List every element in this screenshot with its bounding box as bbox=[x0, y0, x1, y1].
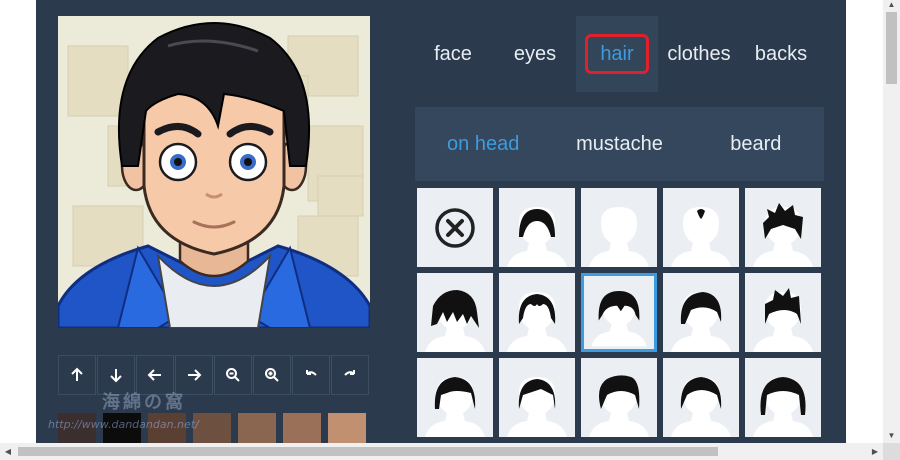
tab-hair[interactable]: hair bbox=[576, 16, 658, 92]
scroll-thumb[interactable] bbox=[886, 12, 897, 84]
tab-eyes[interactable]: eyes bbox=[494, 16, 576, 92]
hair-option-side-swept[interactable] bbox=[663, 273, 739, 352]
subtab-mustache[interactable]: mustache bbox=[551, 133, 687, 156]
scroll-up-icon[interactable]: ▲ bbox=[886, 0, 897, 10]
skin-swatch-6[interactable] bbox=[283, 413, 321, 443]
hair-silhouette-icon bbox=[671, 377, 731, 437]
tab-clothes[interactable]: clothes bbox=[658, 16, 740, 92]
zoom-in-icon[interactable] bbox=[253, 355, 291, 395]
arrow-up-icon[interactable] bbox=[58, 355, 96, 395]
hair-option-short-side-part[interactable] bbox=[499, 358, 575, 437]
hair-option-spiky-top[interactable] bbox=[745, 188, 821, 267]
hair-option-pompadour[interactable] bbox=[581, 358, 657, 437]
skin-swatch-5[interactable] bbox=[238, 413, 276, 443]
close-icon bbox=[435, 207, 475, 248]
scroll-right-icon[interactable]: ▶ bbox=[870, 446, 880, 457]
hair-silhouette-icon bbox=[507, 292, 567, 352]
hair-options-grid bbox=[417, 188, 821, 437]
hair-silhouette-icon bbox=[589, 375, 649, 437]
tab-label: backs bbox=[754, 42, 808, 65]
hair-silhouette-icon bbox=[507, 377, 567, 437]
hair-option-mushroom-cut[interactable] bbox=[581, 273, 657, 352]
scroll-corner bbox=[883, 443, 900, 460]
scroll-thumb[interactable] bbox=[18, 447, 718, 456]
hair-option-bald[interactable] bbox=[581, 188, 657, 267]
hair-option-receding[interactable] bbox=[499, 273, 575, 352]
hair-option-messy-fringe[interactable] bbox=[417, 273, 493, 352]
hair-silhouette-icon bbox=[753, 203, 813, 267]
hair-silhouette-icon bbox=[425, 290, 485, 352]
watermark: 海綿の窩 bbox=[102, 392, 186, 413]
undo-icon[interactable] bbox=[292, 355, 330, 395]
tab-face[interactable]: face bbox=[412, 16, 494, 92]
tab-label: eyes bbox=[513, 42, 557, 65]
hair-silhouette-icon bbox=[671, 292, 731, 352]
hair-option-slick-back[interactable] bbox=[663, 358, 739, 437]
hair-option-classic-side[interactable] bbox=[417, 358, 493, 437]
hair-option-short-crop[interactable] bbox=[499, 188, 575, 267]
hair-silhouette-icon bbox=[753, 288, 813, 352]
hair-subtabs: on head mustache beard bbox=[415, 107, 824, 181]
hair-option-balding-tuft[interactable] bbox=[663, 188, 739, 267]
scroll-down-icon[interactable]: ▼ bbox=[886, 431, 897, 441]
hair-silhouette-icon bbox=[425, 377, 485, 437]
hair-silhouette-icon bbox=[753, 377, 813, 437]
category-tabs: face eyes hair clothes backs bbox=[412, 16, 822, 92]
subtab-beard[interactable]: beard bbox=[688, 133, 824, 156]
skin-swatch-7[interactable] bbox=[328, 413, 366, 443]
hair-silhouette-icon bbox=[591, 290, 647, 347]
hair-option-spiky-quiff[interactable] bbox=[745, 273, 821, 352]
tab-backs[interactable]: backs bbox=[740, 16, 822, 92]
hair-silhouette-icon bbox=[507, 207, 567, 267]
redo-icon[interactable] bbox=[331, 355, 369, 395]
scroll-left-icon[interactable]: ◀ bbox=[3, 446, 13, 457]
vertical-scrollbar[interactable]: ▲ ▼ bbox=[883, 0, 900, 443]
tab-label: clothes bbox=[667, 42, 731, 65]
avatar-preview bbox=[58, 16, 370, 328]
zoom-out-icon[interactable] bbox=[214, 355, 252, 395]
horizontal-scrollbar[interactable]: ◀ ▶ bbox=[0, 443, 883, 460]
watermark-url: http://www.dandandan.net/ bbox=[48, 418, 199, 431]
hair-option-no-hair[interactable] bbox=[417, 188, 493, 267]
subtab-on-head[interactable]: on head bbox=[415, 133, 551, 156]
hair-silhouette-icon bbox=[589, 207, 649, 267]
hair-silhouette-icon bbox=[671, 207, 731, 267]
avatar-editor-panel: 海綿の窩 http://www.dandandan.net/ face eyes… bbox=[36, 0, 846, 443]
tab-label: hair bbox=[585, 34, 649, 74]
hair-option-long-sides[interactable] bbox=[745, 358, 821, 437]
tab-label: face bbox=[434, 42, 472, 65]
